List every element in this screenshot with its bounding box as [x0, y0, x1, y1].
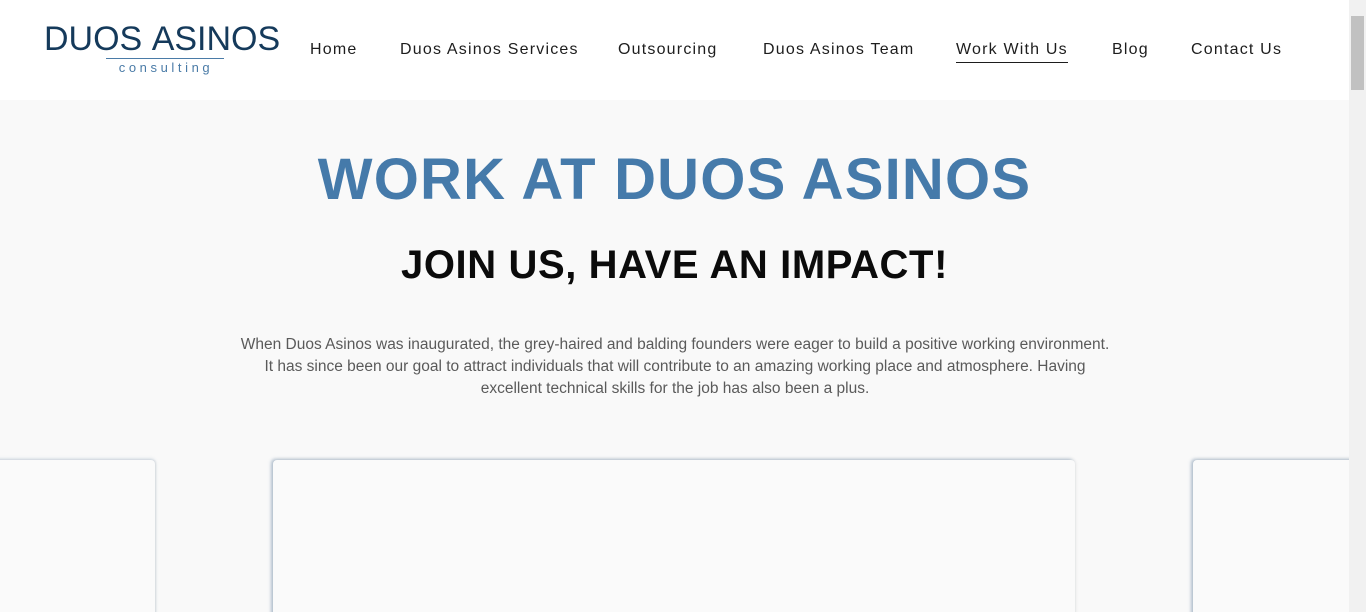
logo-word-asinos: ASINOS: [151, 20, 281, 58]
nav-item-home[interactable]: Home: [310, 38, 357, 62]
intro-paragraph: When Duos Asinos was inaugurated, the gr…: [240, 336, 1110, 397]
carousel-card-previous[interactable]: [0, 460, 155, 612]
nav-item-outsourcing[interactable]: Outsourcing: [618, 38, 717, 62]
page-subtitle: JOIN US, HAVE AN IMPACT!: [400, 243, 949, 287]
nav-item-contact[interactable]: Contact Us: [1191, 38, 1282, 62]
page-scrollbar[interactable]: [1349, 0, 1366, 612]
logo-divider: [106, 58, 224, 59]
nav-item-services[interactable]: Duos Asinos Services: [400, 38, 579, 62]
nav-item-blog[interactable]: Blog: [1112, 38, 1149, 62]
site-header: DUOS ASINOS consulting Home Duos Asinos …: [0, 0, 1349, 100]
logo[interactable]: DUOS ASINOS consulting: [44, 20, 288, 80]
logo-tagline: consulting: [118, 60, 214, 75]
logo-wordmark: DUOS ASINOS: [44, 20, 280, 58]
page-title: WORK AT DUOS ASINOS: [317, 147, 1032, 212]
carousel-card-current[interactable]: [273, 460, 1075, 612]
scrollbar-thumb[interactable]: [1351, 16, 1364, 90]
nav-item-team[interactable]: Duos Asinos Team: [763, 38, 914, 62]
carousel-card-next[interactable]: [1193, 460, 1363, 612]
page: DUOS ASINOS consulting Home Duos Asinos …: [0, 0, 1366, 612]
nav-item-work-with-us[interactable]: Work With Us: [956, 38, 1068, 63]
logo-word-duos: DUOS: [44, 20, 152, 58]
